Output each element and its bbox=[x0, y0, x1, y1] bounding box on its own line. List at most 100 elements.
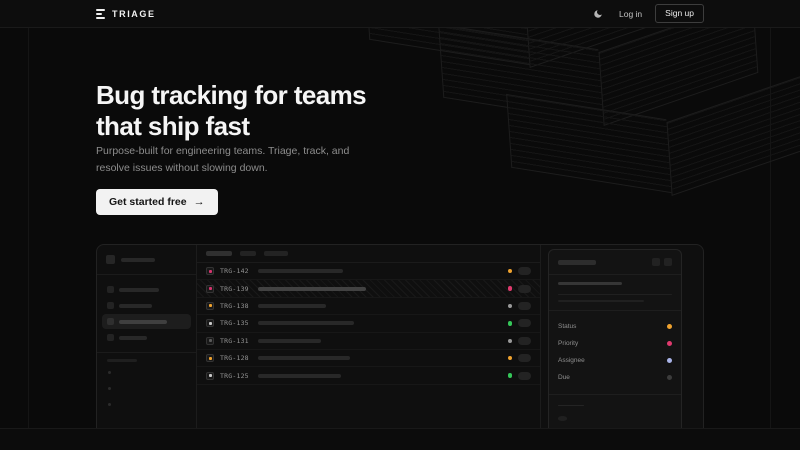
issue-title-skeleton bbox=[258, 339, 321, 343]
theme-toggle-button[interactable] bbox=[590, 6, 606, 22]
workspace-icon bbox=[106, 255, 115, 264]
issue-description-skeleton bbox=[558, 294, 672, 295]
nav-item-skeleton bbox=[119, 288, 159, 292]
sidebar-section-label bbox=[97, 353, 196, 362]
comment-avatar-skeleton bbox=[558, 416, 567, 420]
issue-priority-dot bbox=[508, 286, 513, 291]
mockup-list-tabs bbox=[197, 245, 540, 263]
issue-priority-dot bbox=[508, 356, 513, 361]
arrow-right-icon: → bbox=[194, 196, 205, 208]
mockup-sidebar bbox=[97, 245, 197, 428]
panel-property-row: Due bbox=[558, 369, 672, 386]
nav-item-skeleton bbox=[119, 304, 152, 308]
frame-line-right bbox=[770, 28, 771, 428]
sidebar-nav-item bbox=[102, 298, 191, 313]
hero-title: Bug tracking for teams that ship fast bbox=[96, 80, 366, 142]
issue-title-skeleton bbox=[258, 356, 350, 360]
property-value-dot bbox=[667, 375, 672, 380]
panel-title-skeleton bbox=[558, 260, 596, 265]
property-value-dot bbox=[667, 324, 672, 329]
wireframe-panel bbox=[439, 28, 759, 116]
property-label: Assignee bbox=[558, 357, 585, 364]
tab-skeleton bbox=[264, 251, 288, 256]
nav-actions: Log in Sign up bbox=[590, 4, 704, 23]
nav-item-skeleton bbox=[119, 320, 167, 324]
sidebar-nav-item-active bbox=[102, 314, 191, 329]
issue-priority-dot bbox=[508, 339, 513, 344]
panel-properties: Status Priority Assignee Due bbox=[558, 318, 672, 386]
footer-strip bbox=[0, 428, 800, 450]
issue-row: TRG-128 bbox=[197, 350, 540, 367]
issue-row: TRG-135 bbox=[197, 315, 540, 332]
wireframe-panel bbox=[507, 90, 800, 186]
panel-icon bbox=[664, 258, 672, 266]
nav-item-icon bbox=[107, 302, 114, 309]
issue-title-skeleton bbox=[258, 304, 326, 308]
panel-section-skeleton bbox=[558, 405, 584, 406]
hero-subtitle-line1: Purpose-built for engineering teams. Tri… bbox=[96, 145, 349, 157]
get-started-button[interactable]: Get started free → bbox=[96, 189, 218, 215]
frame-line-left bbox=[28, 28, 29, 428]
nav-item-icon bbox=[107, 334, 114, 341]
nav-item-icon bbox=[107, 286, 114, 293]
panel-property-row: Priority bbox=[558, 335, 672, 352]
issue-row: TRG-125 bbox=[197, 367, 540, 384]
issue-row: TRG-138 bbox=[197, 298, 540, 315]
property-label: Due bbox=[558, 374, 570, 381]
issue-title-skeleton bbox=[258, 287, 366, 291]
issue-assignee-skeleton bbox=[518, 267, 531, 275]
moon-icon bbox=[593, 9, 603, 19]
issue-title-skeleton bbox=[258, 374, 341, 378]
issue-title-skeleton bbox=[258, 269, 343, 273]
main-section: Bug tracking for teams that ship fast Pu… bbox=[0, 28, 800, 428]
nav-item-icon bbox=[107, 318, 114, 325]
tab-skeleton-active bbox=[206, 251, 232, 256]
app-mockup: TRG-142 TRG-139 TRG-138 TRG-135 TRG-131 bbox=[96, 244, 704, 428]
issue-id: TRG-131 bbox=[220, 337, 252, 345]
issue-assignee-skeleton bbox=[518, 302, 531, 310]
triage-logo-icon bbox=[96, 9, 105, 19]
hero-title-line1: Bug tracking for teams bbox=[96, 80, 366, 110]
issue-status-icon bbox=[206, 302, 214, 310]
issue-status-icon bbox=[206, 372, 214, 380]
issue-priority-dot bbox=[508, 304, 513, 309]
issue-description-skeleton bbox=[558, 300, 644, 301]
issue-assignee-skeleton bbox=[518, 319, 531, 327]
panel-action-icons bbox=[652, 258, 672, 266]
issue-id: TRG-125 bbox=[220, 372, 252, 380]
property-value-dot bbox=[667, 341, 672, 346]
tab-skeleton bbox=[240, 251, 256, 256]
hero-subtitle-line2: resolve issues without slowing down. bbox=[96, 162, 268, 174]
issue-status-icon bbox=[206, 354, 214, 362]
hero-title-line2: that ship fast bbox=[96, 111, 249, 141]
login-link[interactable]: Log in bbox=[619, 9, 642, 19]
issue-priority-dot bbox=[508, 321, 513, 326]
property-label: Priority bbox=[558, 340, 578, 347]
workspace-name-skeleton bbox=[121, 258, 155, 262]
mockup-detail-panel: Status Priority Assignee Due bbox=[548, 249, 682, 428]
signup-button[interactable]: Sign up bbox=[655, 4, 704, 23]
brand-name: TRIAGE bbox=[112, 9, 156, 19]
sidebar-tag-dots bbox=[97, 362, 196, 415]
mockup-workspace bbox=[97, 245, 196, 274]
issue-assignee-skeleton bbox=[518, 337, 531, 345]
panel-header bbox=[558, 258, 672, 266]
issue-assignee-skeleton bbox=[518, 354, 531, 362]
issue-row: TRG-142 bbox=[197, 263, 540, 280]
issue-status-icon bbox=[206, 267, 214, 275]
panel-icon bbox=[652, 258, 660, 266]
nav-item-skeleton bbox=[119, 336, 147, 340]
issue-rows-container: TRG-142 TRG-139 TRG-138 TRG-135 TRG-131 bbox=[197, 263, 540, 385]
mockup-sidebar-nav bbox=[97, 275, 196, 352]
issue-title-skeleton bbox=[558, 282, 622, 284]
issue-id: TRG-139 bbox=[220, 285, 252, 293]
issue-row: TRG-131 bbox=[197, 333, 540, 350]
issue-status-icon bbox=[206, 337, 214, 345]
issue-id: TRG-138 bbox=[220, 302, 252, 310]
issue-status-icon bbox=[206, 319, 214, 327]
brand-logo[interactable]: TRIAGE bbox=[96, 9, 156, 19]
issue-priority-dot bbox=[508, 269, 513, 274]
panel-property-row: Assignee bbox=[558, 352, 672, 369]
issue-assignee-skeleton bbox=[518, 285, 531, 293]
issue-title-skeleton bbox=[258, 321, 354, 325]
